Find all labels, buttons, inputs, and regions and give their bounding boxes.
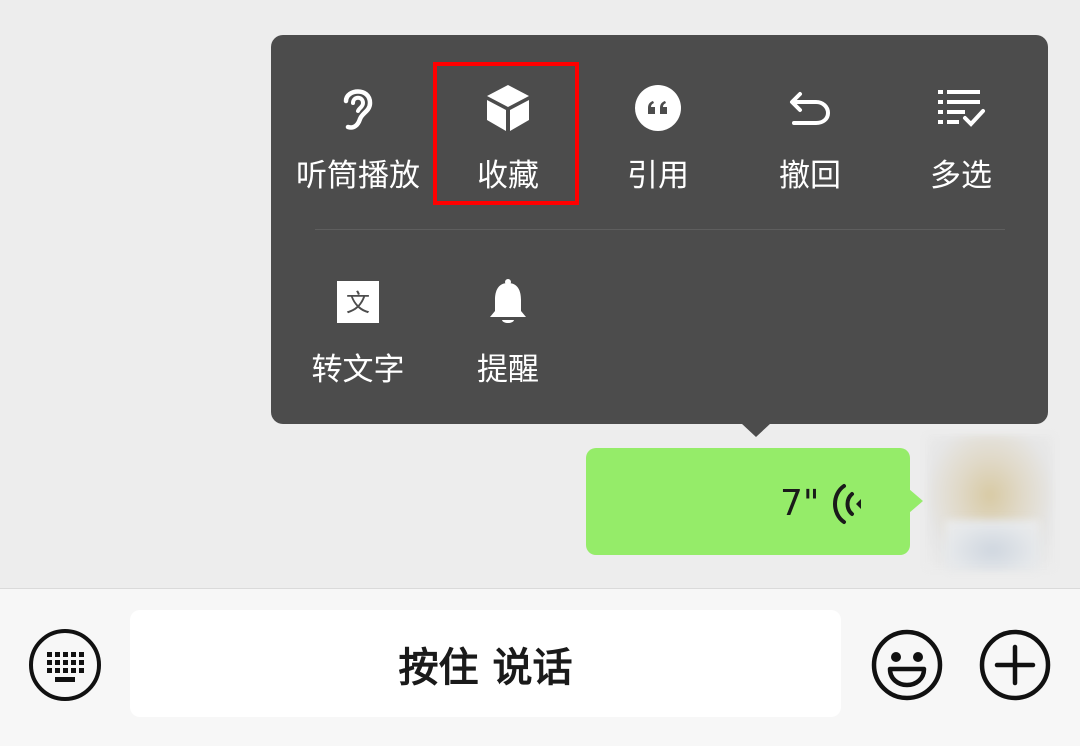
menu-item-recall[interactable]: 撤回 xyxy=(735,80,885,230)
emoji-button[interactable] xyxy=(871,629,943,701)
menu-item-label: 撤回 xyxy=(779,158,841,194)
menu-item-label: 多选 xyxy=(930,158,992,194)
menu-item-multi-select[interactable]: 多选 xyxy=(886,80,1036,230)
menu-item-to-text[interactable]: 文 转文字 xyxy=(283,274,433,424)
more-actions-button[interactable] xyxy=(979,629,1051,701)
menu-item-label: 听筒播放 xyxy=(296,158,420,194)
plus-icon xyxy=(979,629,1051,705)
menu-item-label: 转文字 xyxy=(311,352,405,388)
keyboard-toggle-button[interactable] xyxy=(29,629,101,701)
menu-item-earpiece-play[interactable]: 听筒播放 xyxy=(283,80,433,230)
svg-text:文: 文 xyxy=(346,289,370,317)
translate-text-icon: 文 xyxy=(330,274,386,330)
emoji-icon xyxy=(871,629,943,705)
menu-item-label: 提醒 xyxy=(477,352,539,388)
quote-icon xyxy=(630,80,686,136)
hold-to-talk-button[interactable]: 按住 说话 xyxy=(130,610,841,717)
menu-item-remind[interactable]: 提醒 xyxy=(433,274,583,424)
bubble-tail xyxy=(909,489,923,513)
undo-icon xyxy=(782,80,838,136)
multi-select-icon xyxy=(933,80,989,136)
menu-pointer-arrow xyxy=(741,423,771,437)
highlight-box xyxy=(433,62,579,205)
menu-divider xyxy=(315,229,1005,230)
menu-item-label: 引用 xyxy=(627,158,689,194)
bell-icon xyxy=(480,274,536,330)
voice-wave-icon xyxy=(828,482,864,526)
menu-item-quote[interactable]: 引用 xyxy=(583,80,733,230)
avatar-lower xyxy=(945,520,1040,570)
voice-duration: 7" xyxy=(780,483,820,524)
ear-icon xyxy=(330,80,386,136)
